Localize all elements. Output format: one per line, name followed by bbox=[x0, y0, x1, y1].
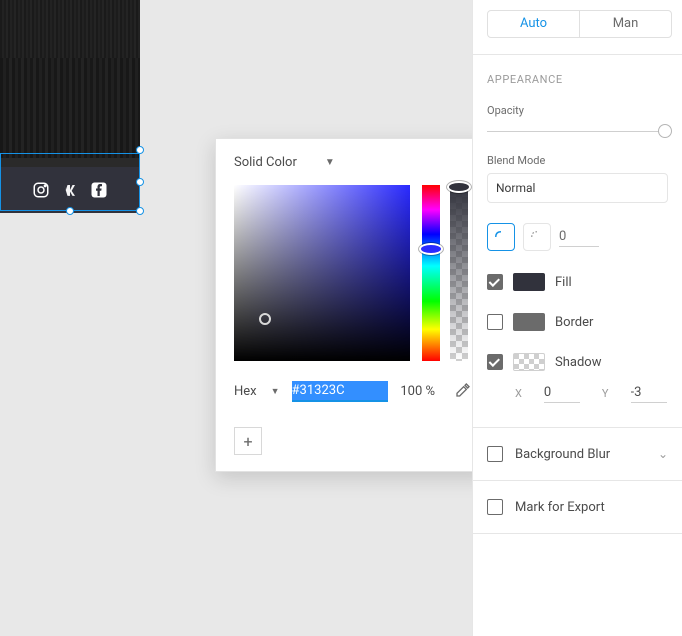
appearance-section-title: APPEARANCE bbox=[487, 73, 668, 86]
shadow-y-input[interactable] bbox=[631, 383, 667, 403]
instagram-icon bbox=[32, 181, 50, 199]
hue-cursor[interactable] bbox=[419, 243, 443, 255]
chevron-down-icon[interactable]: ⌄ bbox=[658, 447, 668, 461]
mark-for-export-checkbox[interactable] bbox=[487, 499, 503, 515]
segmented-auto[interactable]: Auto bbox=[488, 11, 579, 37]
shadow-checkbox[interactable] bbox=[487, 354, 503, 370]
alpha-cursor[interactable] bbox=[447, 181, 471, 193]
chevron-down-icon: ▼ bbox=[325, 157, 335, 168]
border-label: Border bbox=[555, 315, 593, 330]
blend-mode-value: Normal bbox=[496, 181, 535, 195]
corner-separate-radius-button[interactable] bbox=[523, 223, 551, 251]
facebook-icon bbox=[90, 181, 108, 199]
shadow-x-label: X bbox=[515, 387, 522, 400]
inspector-panel: Auto Man APPEARANCE Opacity Blend Mode N… bbox=[472, 0, 682, 636]
layout-mode-segmented: Auto Man bbox=[487, 10, 672, 38]
blend-mode-select[interactable]: Normal bbox=[487, 173, 668, 203]
border-checkbox[interactable] bbox=[487, 314, 503, 330]
chevron-down-icon: ▼ bbox=[271, 386, 280, 397]
shadow-swatch[interactable] bbox=[513, 353, 545, 371]
shadow-x-input[interactable] bbox=[544, 383, 580, 403]
fill-swatch[interactable] bbox=[513, 273, 545, 291]
border-swatch[interactable] bbox=[513, 313, 545, 331]
segmented-manual[interactable]: Man bbox=[579, 11, 671, 37]
hex-input[interactable] bbox=[292, 381, 388, 402]
alpha-slider[interactable] bbox=[450, 185, 468, 361]
color-picker-popover: Solid Color ▼ Hex ▼ 100 % + bbox=[215, 138, 490, 472]
fill-checkbox[interactable] bbox=[487, 274, 503, 290]
sv-cursor[interactable] bbox=[259, 313, 271, 325]
alpha-percent: 100 % bbox=[400, 384, 435, 399]
blend-mode-label: Blend Mode bbox=[487, 154, 668, 167]
color-format-dropdown[interactable]: Hex ▼ bbox=[234, 384, 280, 399]
shadow-label: Shadow bbox=[555, 355, 601, 370]
color-mode-label: Solid Color bbox=[234, 155, 297, 170]
color-format-label: Hex bbox=[234, 384, 257, 399]
canvas-artboard[interactable] bbox=[0, 0, 140, 213]
artboard-texture-mid bbox=[0, 58, 140, 158]
opacity-slider[interactable] bbox=[487, 131, 668, 132]
corner-same-radius-button[interactable] bbox=[487, 223, 515, 251]
add-swatch-button[interactable]: + bbox=[234, 427, 262, 455]
background-blur-label: Background Blur bbox=[515, 447, 610, 462]
saturation-value-area[interactable] bbox=[234, 185, 410, 361]
shadow-y-label: Y bbox=[602, 387, 609, 400]
artboard-texture-top bbox=[0, 0, 140, 58]
opacity-label: Opacity bbox=[487, 104, 668, 117]
vk-icon bbox=[60, 183, 80, 197]
fill-label: Fill bbox=[555, 275, 572, 290]
hue-slider[interactable] bbox=[422, 185, 440, 361]
mark-for-export-label: Mark for Export bbox=[515, 500, 605, 515]
corner-radius-input[interactable] bbox=[559, 227, 599, 247]
eyedropper-icon[interactable] bbox=[455, 382, 471, 402]
artboard-footer-bar[interactable] bbox=[0, 167, 140, 213]
opacity-slider-knob[interactable] bbox=[658, 124, 672, 138]
color-mode-dropdown[interactable]: Solid Color ▼ bbox=[216, 139, 489, 180]
background-blur-checkbox[interactable] bbox=[487, 446, 503, 462]
